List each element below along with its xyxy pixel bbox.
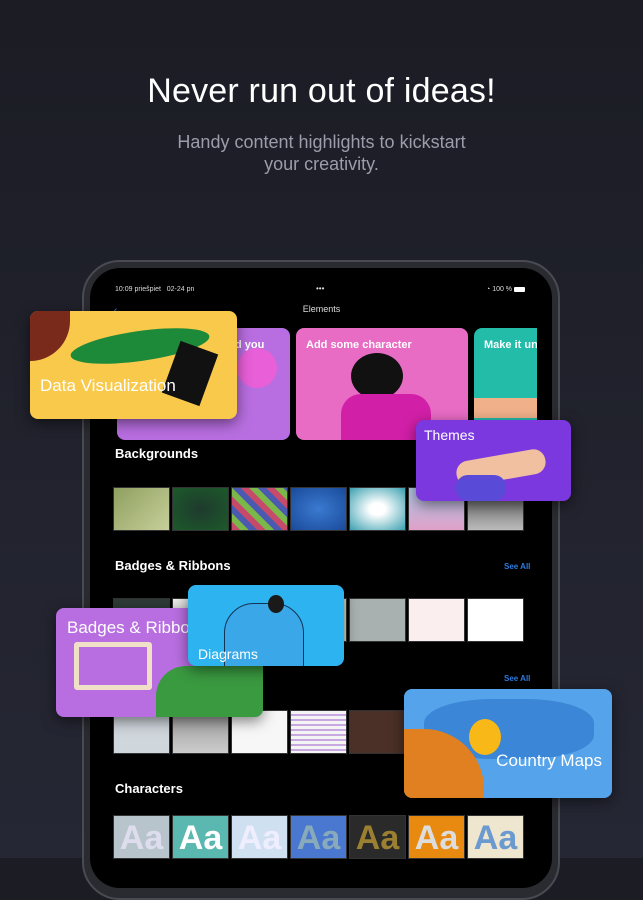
thumbnail[interactable]: Aa [231,815,288,859]
thumbnail[interactable] [349,710,406,754]
section-title-badges: Badges & Ribbons [115,558,231,573]
thumbnail[interactable]: Aa [290,815,347,859]
subtitle-line: your creativity. [264,154,379,174]
thumbnail[interactable] [290,487,347,531]
country-maps-card[interactable]: Country Maps [404,689,612,798]
thumbnail[interactable]: Aa [113,815,170,859]
thumbnail[interactable] [467,598,524,642]
multitask-dots[interactable]: ••• [316,284,324,293]
thumbnail[interactable]: Aa [408,815,465,859]
card-label: Diagrams [198,646,258,662]
subtitle-line: Handy content highlights to kickstart [177,132,466,152]
thumbnail[interactable]: Aa [349,815,406,859]
thumbnail[interactable]: Aa [172,815,229,859]
subtitle: Handy content highlights to kickstart you… [150,131,493,175]
card-label: Country Maps [496,751,602,770]
card-label: Themes [424,427,475,443]
status-time: 10:09 priešpiet 02-24 pn [115,286,195,293]
thumbnail[interactable]: Aa [467,815,524,859]
section-title-backgrounds: Backgrounds [115,446,199,461]
data-visualization-card[interactable]: Data Visualization [30,311,237,419]
thumbnail[interactable] [349,598,406,642]
headline: Never run out of ideas! [147,72,496,110]
status-battery: ◔ 100 % [486,286,525,293]
card-label: Data Visualization [40,376,176,395]
section-title-characters: Characters [115,781,183,796]
see-all-badges-link[interactable]: See All [504,562,530,571]
characters-row: Aa Aa Aa Aa Aa Aa Aa [113,815,524,859]
thumbnail[interactable] [290,710,347,754]
see-all-link[interactable]: See All [504,674,530,683]
hero-label: Add some character [306,339,412,351]
thumbnail[interactable] [349,487,406,531]
diagrams-card[interactable]: Diagrams [188,585,344,666]
thumbnail[interactable] [172,487,229,531]
wifi-icon: ◔ [486,286,491,293]
themes-card[interactable]: Themes [416,420,571,501]
thumbnail[interactable] [408,598,465,642]
battery-icon [514,286,525,292]
thumbnail[interactable] [231,487,288,531]
card-label: Badges & Ribbons [67,618,208,637]
hero-label: Make it uni [484,339,537,351]
thumbnail[interactable] [113,487,170,531]
